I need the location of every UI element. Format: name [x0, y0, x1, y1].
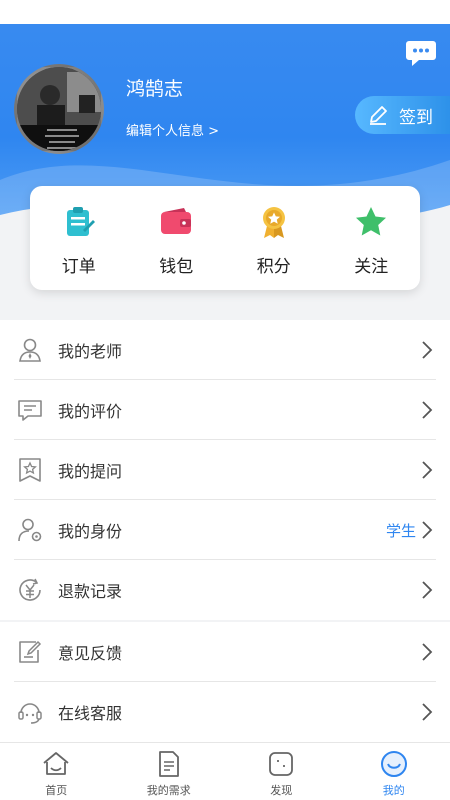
- shortcut-label: 订单: [61, 257, 96, 277]
- menu-item-feedback[interactable]: 意见反馈: [0, 622, 450, 682]
- shortcut-label: 积分: [256, 257, 291, 277]
- avatar[interactable]: [14, 64, 104, 154]
- menu-label: 我的评价: [58, 402, 123, 421]
- menu-label: 我的提问: [58, 462, 123, 481]
- shortcut-points[interactable]: 积分: [225, 186, 323, 290]
- teacher-icon: [19, 338, 41, 362]
- chevron-right-icon: [422, 703, 433, 721]
- avatar-image: [17, 67, 101, 151]
- wallet-icon: [161, 208, 192, 234]
- tab-label: 我的: [382, 784, 405, 797]
- tab-mine[interactable]: 我的: [338, 743, 450, 800]
- tab-label: 首页: [45, 784, 68, 797]
- menu-label: 我的身份: [58, 522, 123, 541]
- menu-item-teachers[interactable]: 我的老师: [0, 320, 450, 380]
- message-icon[interactable]: [405, 38, 437, 68]
- menu-item-customer-service[interactable]: 在线客服: [0, 682, 450, 742]
- menu-label: 在线客服: [58, 704, 123, 723]
- pen-icon: [370, 106, 387, 125]
- feedback-icon: [19, 640, 42, 663]
- shortcut-wallet[interactable]: 钱包: [128, 186, 226, 290]
- chevron-right-icon: [422, 581, 433, 599]
- chevron-right-icon: [422, 461, 433, 479]
- comment-icon: [18, 400, 42, 421]
- menu-list-secondary: 意见反馈 在线客服: [0, 622, 450, 742]
- menu-item-reviews[interactable]: 我的评价: [0, 380, 450, 440]
- medal-icon: [262, 207, 285, 238]
- status-bar: [0, 0, 450, 24]
- refund-icon: [19, 578, 41, 601]
- menu-label: 退款记录: [58, 582, 123, 601]
- menu-item-questions[interactable]: 我的提问: [0, 440, 450, 500]
- menu-label: 我的老师: [58, 342, 123, 361]
- question-icon: [19, 458, 41, 482]
- chevron-right-icon: [422, 401, 433, 419]
- customer-service-icon: [18, 703, 42, 724]
- identity-icon: [18, 518, 42, 542]
- checkin-button[interactable]: 签到: [355, 96, 450, 134]
- document-icon: [158, 751, 179, 777]
- shortcut-follow[interactable]: 关注: [323, 186, 421, 290]
- username: 鸿鹄志: [126, 78, 184, 100]
- tab-discover[interactable]: 发现: [225, 743, 338, 800]
- home-icon: [43, 752, 69, 775]
- chevron-right-icon: [422, 341, 433, 359]
- star-icon: [356, 207, 387, 236]
- edit-profile-link[interactable]: 编辑个人信息 >: [126, 120, 219, 139]
- tab-my-needs[interactable]: 我的需求: [113, 743, 226, 800]
- menu-item-identity[interactable]: 我的身份 学生: [0, 500, 450, 560]
- tab-label: 发现: [270, 784, 293, 797]
- menu-item-refunds[interactable]: 退款记录: [0, 560, 450, 620]
- checkin-label: 签到: [399, 107, 433, 128]
- chevron-right-icon: [422, 643, 433, 661]
- menu-label: 意见反馈: [58, 644, 123, 663]
- shortcut-label: 关注: [354, 257, 389, 277]
- shortcut-label: 钱包: [159, 257, 194, 277]
- clipboard-icon: [66, 207, 95, 236]
- shortcut-card: 订单 钱包 积分 关注: [30, 186, 420, 290]
- bottom-tab-bar: 首页 我的需求 发现 我的: [0, 742, 450, 800]
- shortcut-orders[interactable]: 订单: [30, 186, 128, 290]
- identity-value: 学生: [385, 521, 416, 540]
- discover-icon: [269, 752, 294, 776]
- profile-icon: [380, 751, 407, 777]
- menu-list: 我的老师 我的评价 我的提问 我的身份 学生 退款记录: [0, 320, 450, 620]
- tab-label: 我的需求: [146, 784, 191, 797]
- tab-home[interactable]: 首页: [0, 743, 113, 800]
- chevron-right-icon: [422, 521, 433, 539]
